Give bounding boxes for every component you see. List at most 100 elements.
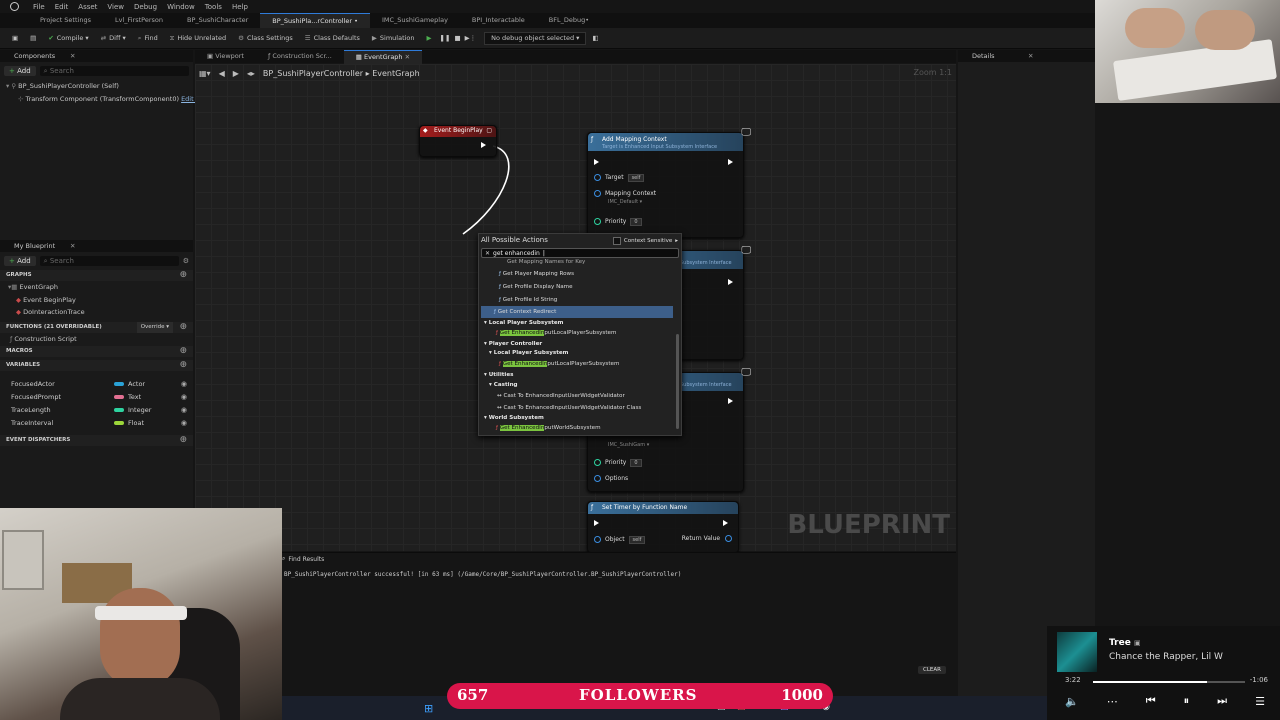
exec-out-pin[interactable] xyxy=(728,278,737,285)
menu-tools[interactable]: Tools xyxy=(200,1,227,13)
clear-search-icon[interactable]: ✕ xyxy=(485,250,490,257)
pause-icon[interactable]: ❚❚ xyxy=(438,28,453,48)
play-button[interactable]: ▶ xyxy=(421,28,438,48)
exec-out-pin[interactable] xyxy=(723,519,732,526)
variable-row[interactable]: TraceInterval Float ◉ xyxy=(0,419,193,432)
action-item[interactable]: ƒ Get Profile Id String xyxy=(499,294,557,306)
next-track-icon[interactable]: ⏭ xyxy=(1217,694,1227,708)
breadcrumb-root[interactable]: BP_SushiPlayerController xyxy=(263,69,363,78)
action-item[interactable]: ƒ Get EnhancedInputWorldSubsystem xyxy=(496,423,601,433)
tab-viewport[interactable]: ▣ Viewport xyxy=(195,50,256,63)
eye-icon[interactable]: ◉ xyxy=(181,406,187,414)
close-icon[interactable]: ✕ xyxy=(70,240,75,252)
add-graph-icon[interactable]: ⊕ xyxy=(179,270,187,281)
mapping-context-pin[interactable]: Mapping Context xyxy=(594,190,656,197)
components-search-input[interactable]: ⌕ Search xyxy=(39,66,189,76)
volume-icon[interactable]: 🔈 xyxy=(1065,695,1079,708)
context-sensitive-toggle[interactable]: Context Sensitive ▸ xyxy=(612,237,678,245)
exec-in-pin[interactable] xyxy=(594,519,603,526)
menu-edit[interactable]: Edit xyxy=(50,1,74,13)
action-category[interactable]: ▾ Local Player Subsystem xyxy=(489,348,569,358)
action-category[interactable]: ▾ World Subsystem xyxy=(484,413,544,423)
scrollbar[interactable] xyxy=(676,334,679,429)
graph-options-icon[interactable]: ▦▾ xyxy=(199,69,211,78)
tab-bpi-interactable[interactable]: BPI_Interactable xyxy=(460,13,537,28)
function-item-construction[interactable]: ƒ Construction Script xyxy=(0,333,193,346)
return-value-pin[interactable]: Return Value xyxy=(682,535,732,542)
find-button[interactable]: ⌕ Find xyxy=(132,28,164,48)
unreal-logo-icon[interactable] xyxy=(0,0,28,13)
pause-icon[interactable]: ⏸ xyxy=(1184,694,1190,708)
add-component-button[interactable]: + Add xyxy=(4,66,36,76)
tab-imc-sushi-gameplay[interactable]: IMC_SushiGameplay xyxy=(370,13,460,28)
menu-file[interactable]: File xyxy=(28,1,50,13)
action-category[interactable]: ▾ Local Player Subsystem xyxy=(484,318,564,328)
variable-row[interactable]: TraceLength Integer ◉ xyxy=(0,406,193,419)
tab-construction-script[interactable]: ƒ Construction Scr... xyxy=(256,50,344,63)
action-item[interactable]: ƒ Get EnhancedInputLocalPlayerSubsystem xyxy=(496,328,616,338)
menu-view[interactable]: View xyxy=(102,1,129,13)
action-item[interactable]: ƒ Get Player Mapping Rows xyxy=(499,268,574,280)
graph-item-beginplay[interactable]: ◆ Event BeginPlay xyxy=(0,294,193,306)
action-item[interactable]: ƒ Get EnhancedInputLocalPlayerSubsystem xyxy=(499,359,619,369)
action-item-selected[interactable]: ƒ Get Context Redirect xyxy=(481,306,673,318)
menu-asset[interactable]: Asset xyxy=(73,1,102,13)
functions-section[interactable]: FUNCTIONS (21 OVERRIDABLE) Override ▾ ⊕ xyxy=(0,322,193,333)
stop-icon[interactable]: ■ xyxy=(452,28,462,48)
mapping-context-select[interactable]: IMC_Default ▾ xyxy=(608,199,642,205)
action-item[interactable]: Get Mapping Names for Key xyxy=(507,257,585,267)
eye-icon[interactable]: ◉ xyxy=(181,380,187,388)
exec-in-pin[interactable] xyxy=(594,158,603,165)
diff-button[interactable]: ⇄ Diff ▾ xyxy=(95,28,132,48)
back-arrow-icon[interactable]: ◀ xyxy=(219,69,225,78)
play-options-icon[interactable]: ▶⋮ xyxy=(463,28,479,48)
action-category[interactable]: ▾ Casting xyxy=(489,380,518,390)
mapping-context-select[interactable]: IMC_SushiGam ▾ xyxy=(608,442,649,448)
target-pin[interactable]: Target self xyxy=(594,174,645,182)
debug-object-select[interactable]: No debug object selected ▾ xyxy=(484,31,587,45)
menu-help[interactable]: Help xyxy=(227,1,253,13)
tab-sushi-player-controller[interactable]: BP_SushiPla...rController • xyxy=(260,12,370,29)
component-root[interactable]: ▾ ⚲ BP_SushiPlayerController (Self) xyxy=(0,80,193,93)
menu-debug[interactable]: Debug xyxy=(129,1,162,13)
tab-bfl-debug[interactable]: BFL_Debug• xyxy=(537,13,601,28)
settings-gear-icon[interactable]: ⚙ xyxy=(183,257,189,265)
macros-section[interactable]: MACROS ⊕ xyxy=(0,346,193,357)
queue-icon[interactable]: ☰ xyxy=(1255,695,1265,708)
variables-section[interactable]: VARIABLES ⊕ xyxy=(0,360,193,371)
close-icon[interactable]: ✕ xyxy=(1028,50,1033,62)
add-mapping-context-node[interactable]: ƒ Add Mapping Context Target is Enhanced… xyxy=(587,127,751,238)
add-function-icon[interactable]: ⊕ xyxy=(179,322,187,333)
graph-item-dointeraction[interactable]: ◆ DoInteractionTrace xyxy=(0,306,193,318)
add-variable-icon[interactable]: ⊕ xyxy=(179,360,187,371)
compile-button[interactable]: ✔ Compile ▾ xyxy=(42,28,94,48)
browse-icon[interactable]: ▤ xyxy=(24,28,42,48)
add-dispatcher-icon[interactable]: ⊕ xyxy=(179,435,187,446)
eye-icon[interactable]: ◉ xyxy=(181,419,187,427)
close-icon[interactable]: ✕ xyxy=(70,50,75,62)
windows-start-icon[interactable]: ⊞ xyxy=(424,702,433,715)
more-icon[interactable]: ⋯ xyxy=(1107,695,1118,708)
progress-track[interactable] xyxy=(1093,681,1245,683)
previous-track-icon[interactable]: ⏮ xyxy=(1146,694,1156,708)
variable-row[interactable]: FocusedActor Actor ◉ xyxy=(0,380,193,393)
add-macro-icon[interactable]: ⊕ xyxy=(179,346,187,357)
save-icon[interactable]: ▣ xyxy=(6,28,24,48)
close-icon[interactable]: ✕ xyxy=(405,53,410,61)
forward-arrow-icon[interactable]: ▶ xyxy=(233,69,239,78)
override-dropdown[interactable]: Override ▾ xyxy=(136,322,173,333)
eye-icon[interactable]: ◉ xyxy=(181,393,187,401)
set-timer-node[interactable]: ƒ Set Timer by Function Name Object self … xyxy=(587,501,739,553)
graph-item-eventgraph[interactable]: ▾▦ EventGraph xyxy=(0,281,193,294)
class-defaults-button[interactable]: ☰ Class Defaults xyxy=(299,28,366,48)
action-item[interactable]: ↔ Cast To EnhancedInputUserWidgetValidat… xyxy=(497,390,625,402)
priority-pin[interactable]: Priority 0 xyxy=(594,459,642,467)
component-transform[interactable]: ⊹ Transform Component (TransformComponen… xyxy=(0,93,219,106)
simulation-button[interactable]: ▶ Simulation xyxy=(366,28,421,48)
action-item[interactable]: ƒ Get Profile Display Name xyxy=(499,281,573,293)
clear-button[interactable]: CLEAR xyxy=(918,666,946,674)
class-settings-button[interactable]: ⚙ Class Settings xyxy=(232,28,299,48)
exec-out-pin[interactable] xyxy=(728,397,737,404)
object-pin[interactable]: Object self xyxy=(594,536,646,544)
tab-eventgraph[interactable]: ▦ EventGraph ✕ xyxy=(343,49,423,64)
